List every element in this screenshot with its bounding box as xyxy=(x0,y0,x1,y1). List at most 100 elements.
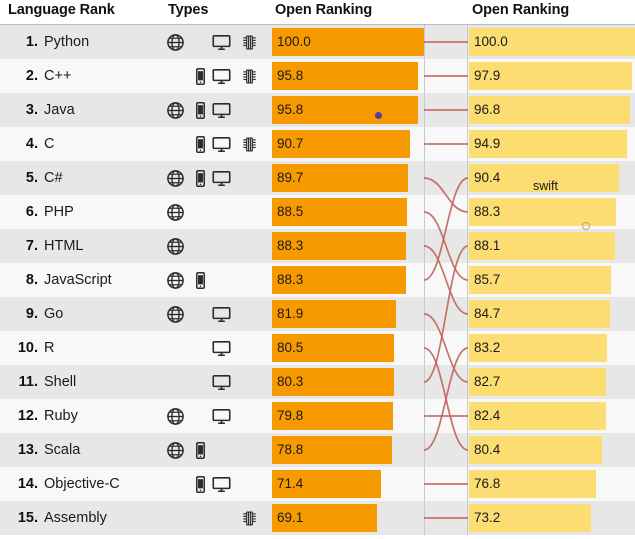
row-rank: 8. xyxy=(25,272,38,288)
desktop-monitor-icon xyxy=(212,101,231,120)
column-header-language-rank: Language Rank xyxy=(8,2,115,18)
table-row[interactable]: 7. HTML 88.3 88.1 xyxy=(0,229,635,263)
desktop-monitor-icon xyxy=(212,339,231,358)
open-ranking-right-value: 82.4 xyxy=(474,408,501,423)
row-types xyxy=(164,297,268,331)
open-ranking-right-cell: 82.7 xyxy=(469,365,635,399)
open-ranking-right-value: 94.9 xyxy=(474,136,501,151)
table-row[interactable]: 14. Objective-C 71.4 76.8 xyxy=(0,467,635,501)
row-language-name: Scala xyxy=(44,442,81,458)
globe-icon xyxy=(166,203,185,222)
open-ranking-left-cell: 90.7 xyxy=(272,127,424,161)
row-types xyxy=(164,467,268,501)
row-types xyxy=(164,59,268,93)
open-ranking-left-cell: 88.3 xyxy=(272,263,424,297)
row-types xyxy=(164,331,268,365)
row-language-name: Go xyxy=(44,306,64,322)
row-types xyxy=(164,399,268,433)
globe-icon xyxy=(166,237,185,256)
row-language-name: C++ xyxy=(44,68,72,84)
open-ranking-right-value: 76.8 xyxy=(474,476,501,491)
globe-icon xyxy=(166,407,185,426)
open-ranking-left-value: 80.3 xyxy=(277,374,304,389)
embedded-chip-icon xyxy=(240,509,259,528)
open-ranking-left-cell: 80.3 xyxy=(272,365,424,399)
mobile-phone-icon xyxy=(191,67,210,86)
open-ranking-left-cell: 95.8 xyxy=(272,93,424,127)
globe-icon xyxy=(166,101,185,120)
open-ranking-left-cell: 71.4 xyxy=(272,467,424,501)
embedded-chip-icon xyxy=(240,67,259,86)
desktop-monitor-icon xyxy=(212,33,231,52)
open-ranking-right-cell: 82.4 xyxy=(469,399,635,433)
globe-icon xyxy=(166,305,185,324)
open-ranking-right-value: 85.7 xyxy=(474,272,501,287)
row-rank: 15. xyxy=(17,510,38,526)
row-language-name: C# xyxy=(44,170,63,186)
row-language-name: Ruby xyxy=(44,408,78,424)
open-ranking-right-value: 88.3 xyxy=(474,204,501,219)
open-ranking-left-value: 90.7 xyxy=(277,136,304,151)
table-row[interactable]: 8. JavaScript 88.3 85.7 xyxy=(0,263,635,297)
open-ranking-right-value: 88.1 xyxy=(474,238,501,253)
row-language-name: PHP xyxy=(44,204,74,220)
row-rank: 14. xyxy=(17,476,38,492)
open-ranking-left-value: 81.9 xyxy=(277,306,304,321)
row-language-name: Shell xyxy=(44,374,77,390)
open-ranking-right-cell: 85.7 xyxy=(469,263,635,297)
mobile-phone-icon xyxy=(191,169,210,188)
table-row[interactable]: 3. Java 95.8 96.8 xyxy=(0,93,635,127)
globe-icon xyxy=(166,441,185,460)
table-row[interactable]: 10. R 80.5 83.2 xyxy=(0,331,635,365)
row-rank: 12. xyxy=(17,408,38,424)
row-rank: 1. xyxy=(25,34,38,50)
desktop-monitor-icon xyxy=(212,67,231,86)
ranking-rows: 1. Python 100.0 100.0 2. C++ 95.8 97.9 3. Java 95.… xyxy=(0,25,635,535)
table-row[interactable]: 4. C 90.7 94.9 xyxy=(0,127,635,161)
open-ranking-left-value: 88.3 xyxy=(277,272,304,287)
table-row[interactable]: 13. Scala 78.8 80.4 xyxy=(0,433,635,467)
open-ranking-left-cell: 81.9 xyxy=(272,297,424,331)
open-ranking-right-cell: 94.9 xyxy=(469,127,635,161)
row-language-name: Java xyxy=(44,102,75,118)
table-row[interactable]: 11. Shell 80.3 82.7 xyxy=(0,365,635,399)
open-ranking-right-value: 73.2 xyxy=(474,510,501,525)
mobile-phone-icon xyxy=(191,271,210,290)
open-ranking-left-cell: 95.8 xyxy=(272,59,424,93)
row-rank: 13. xyxy=(17,442,38,458)
open-ranking-left-cell: 79.8 xyxy=(272,399,424,433)
open-ranking-left-value: 79.8 xyxy=(277,408,304,423)
desktop-monitor-icon xyxy=(212,475,231,494)
open-ranking-left-value: 88.3 xyxy=(277,238,304,253)
swift-annotation-label: swift xyxy=(533,179,558,193)
open-ranking-left-cell: 88.5 xyxy=(272,195,424,229)
mobile-phone-icon xyxy=(191,441,210,460)
table-row[interactable]: 6. PHP 88.5 88.3 xyxy=(0,195,635,229)
globe-icon xyxy=(166,169,185,188)
open-ranking-right-value: 100.0 xyxy=(474,34,508,49)
purple-dot-marker xyxy=(375,112,382,119)
open-ranking-right-value: 83.2 xyxy=(474,340,501,355)
table-row[interactable]: 2. C++ 95.8 97.9 xyxy=(0,59,635,93)
row-language-name: Objective-C xyxy=(44,476,120,492)
table-row[interactable]: 12. Ruby 79.8 82.4 xyxy=(0,399,635,433)
open-ranking-right-cell: 76.8 xyxy=(469,467,635,501)
embedded-chip-icon xyxy=(240,135,259,154)
open-ranking-right-cell: 80.4 xyxy=(469,433,635,467)
row-types xyxy=(164,25,268,59)
desktop-monitor-icon xyxy=(212,407,231,426)
table-row[interactable]: 9. Go 81.9 84.7 xyxy=(0,297,635,331)
table-row[interactable]: 1. Python 100.0 100.0 xyxy=(0,25,635,59)
table-header: Language Rank Types Open Ranking Open Ra… xyxy=(0,0,635,24)
open-ranking-left-cell: 88.3 xyxy=(272,229,424,263)
row-language-name: C xyxy=(44,136,55,152)
row-types xyxy=(164,161,268,195)
table-row[interactable]: 15. Assembly 69.1 73.2 xyxy=(0,501,635,535)
open-ranking-left-cell: 78.8 xyxy=(272,433,424,467)
open-ranking-right-value: 80.4 xyxy=(474,442,501,457)
row-rank: 3. xyxy=(25,102,38,118)
open-ranking-left-value: 71.4 xyxy=(277,476,304,491)
row-types xyxy=(164,229,268,263)
open-ranking-right-cell: 97.9 xyxy=(469,59,635,93)
open-ranking-left-cell: 89.7 xyxy=(272,161,424,195)
